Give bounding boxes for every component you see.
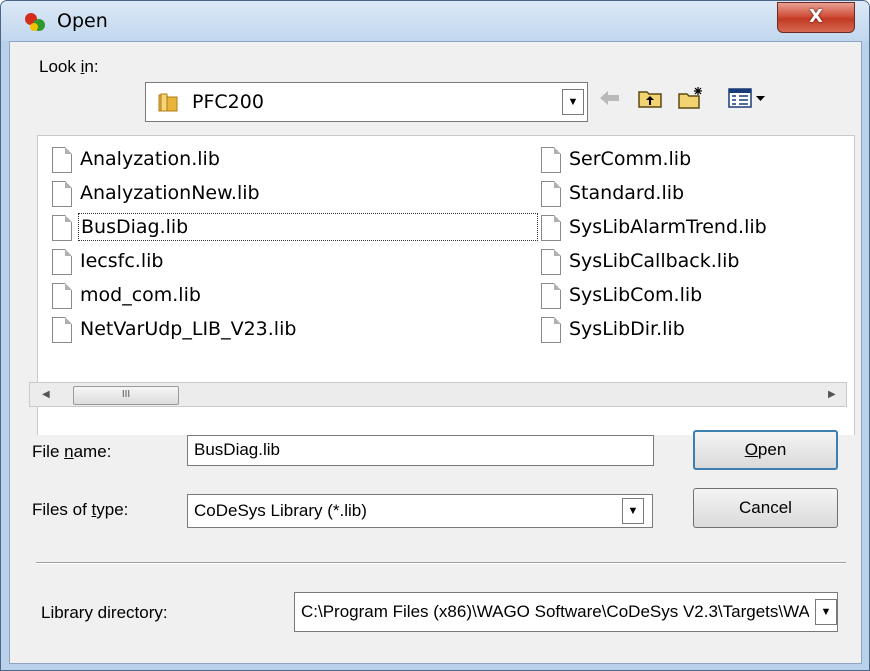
scroll-right-icon[interactable]: ▶ [828,389,836,400]
scrollbar-thumb[interactable]: III [73,386,179,405]
window-title: Open [57,10,108,32]
file-icon [52,147,72,173]
view-menu-icon[interactable] [726,85,772,111]
file-icon [541,181,561,207]
open-button[interactable]: Open [693,430,838,470]
file-icon [541,249,561,275]
file-icon [541,283,561,309]
look-in-dropdown-button[interactable]: ▼ [562,89,584,115]
file-type-label: Files of type: [32,500,129,519]
file-type-value: CoDeSys Library (*.lib) [194,501,367,520]
file-type-dropdown[interactable]: CoDeSys Library (*.lib) ▼ [187,494,653,528]
library-directory-label: Library directory: [41,603,168,622]
open-dialog-window: Open X Look in: PFC200 ▼ Analyzation.lib… [0,0,870,671]
chevron-down-icon: ▼ [567,96,579,108]
folder-icon [158,93,178,112]
file-icon [52,215,72,241]
file-icon [52,283,72,309]
dialog-client-area: Look in: PFC200 ▼ Analyzation.lib Analyz… [9,41,862,664]
file-name-label: File name: [32,442,112,461]
up-one-level-icon[interactable] [636,85,664,111]
library-directory-value: C:\Program Files (x86)\WAGO Software\CoD… [301,602,809,621]
title-bar[interactable]: Open X [1,1,869,41]
new-folder-icon[interactable] [676,85,704,111]
file-icon [52,249,72,275]
grip-icon: III [121,389,131,400]
file-icon [541,317,561,343]
look-in-label: Look in: [39,57,99,76]
file-icon [541,215,561,241]
back-arrow-icon[interactable] [596,85,624,111]
close-icon: X [809,6,823,27]
file-icon [541,147,561,173]
chevron-down-icon: ▼ [820,606,832,618]
horizontal-scrollbar[interactable]: ◀ III ▶ [29,382,847,407]
app-icon [25,13,45,31]
cancel-button[interactable]: Cancel [693,488,838,528]
file-icon [52,181,72,207]
file-type-dropdown-button[interactable]: ▼ [622,498,644,524]
file-icon [52,317,72,343]
chevron-down-icon: ▼ [627,505,639,517]
file-name-input[interactable]: BusDiag.lib [187,435,654,466]
close-button[interactable]: X [777,2,855,33]
library-directory-dropdown[interactable]: C:\Program Files (x86)\WAGO Software\CoD… [294,592,838,632]
look-in-dropdown[interactable]: PFC200 ▼ [145,82,588,122]
separator [36,562,846,564]
look-in-value: PFC200 [192,91,264,113]
library-directory-dropdown-button[interactable]: ▼ [815,599,837,625]
scroll-left-icon[interactable]: ◀ [42,389,50,400]
